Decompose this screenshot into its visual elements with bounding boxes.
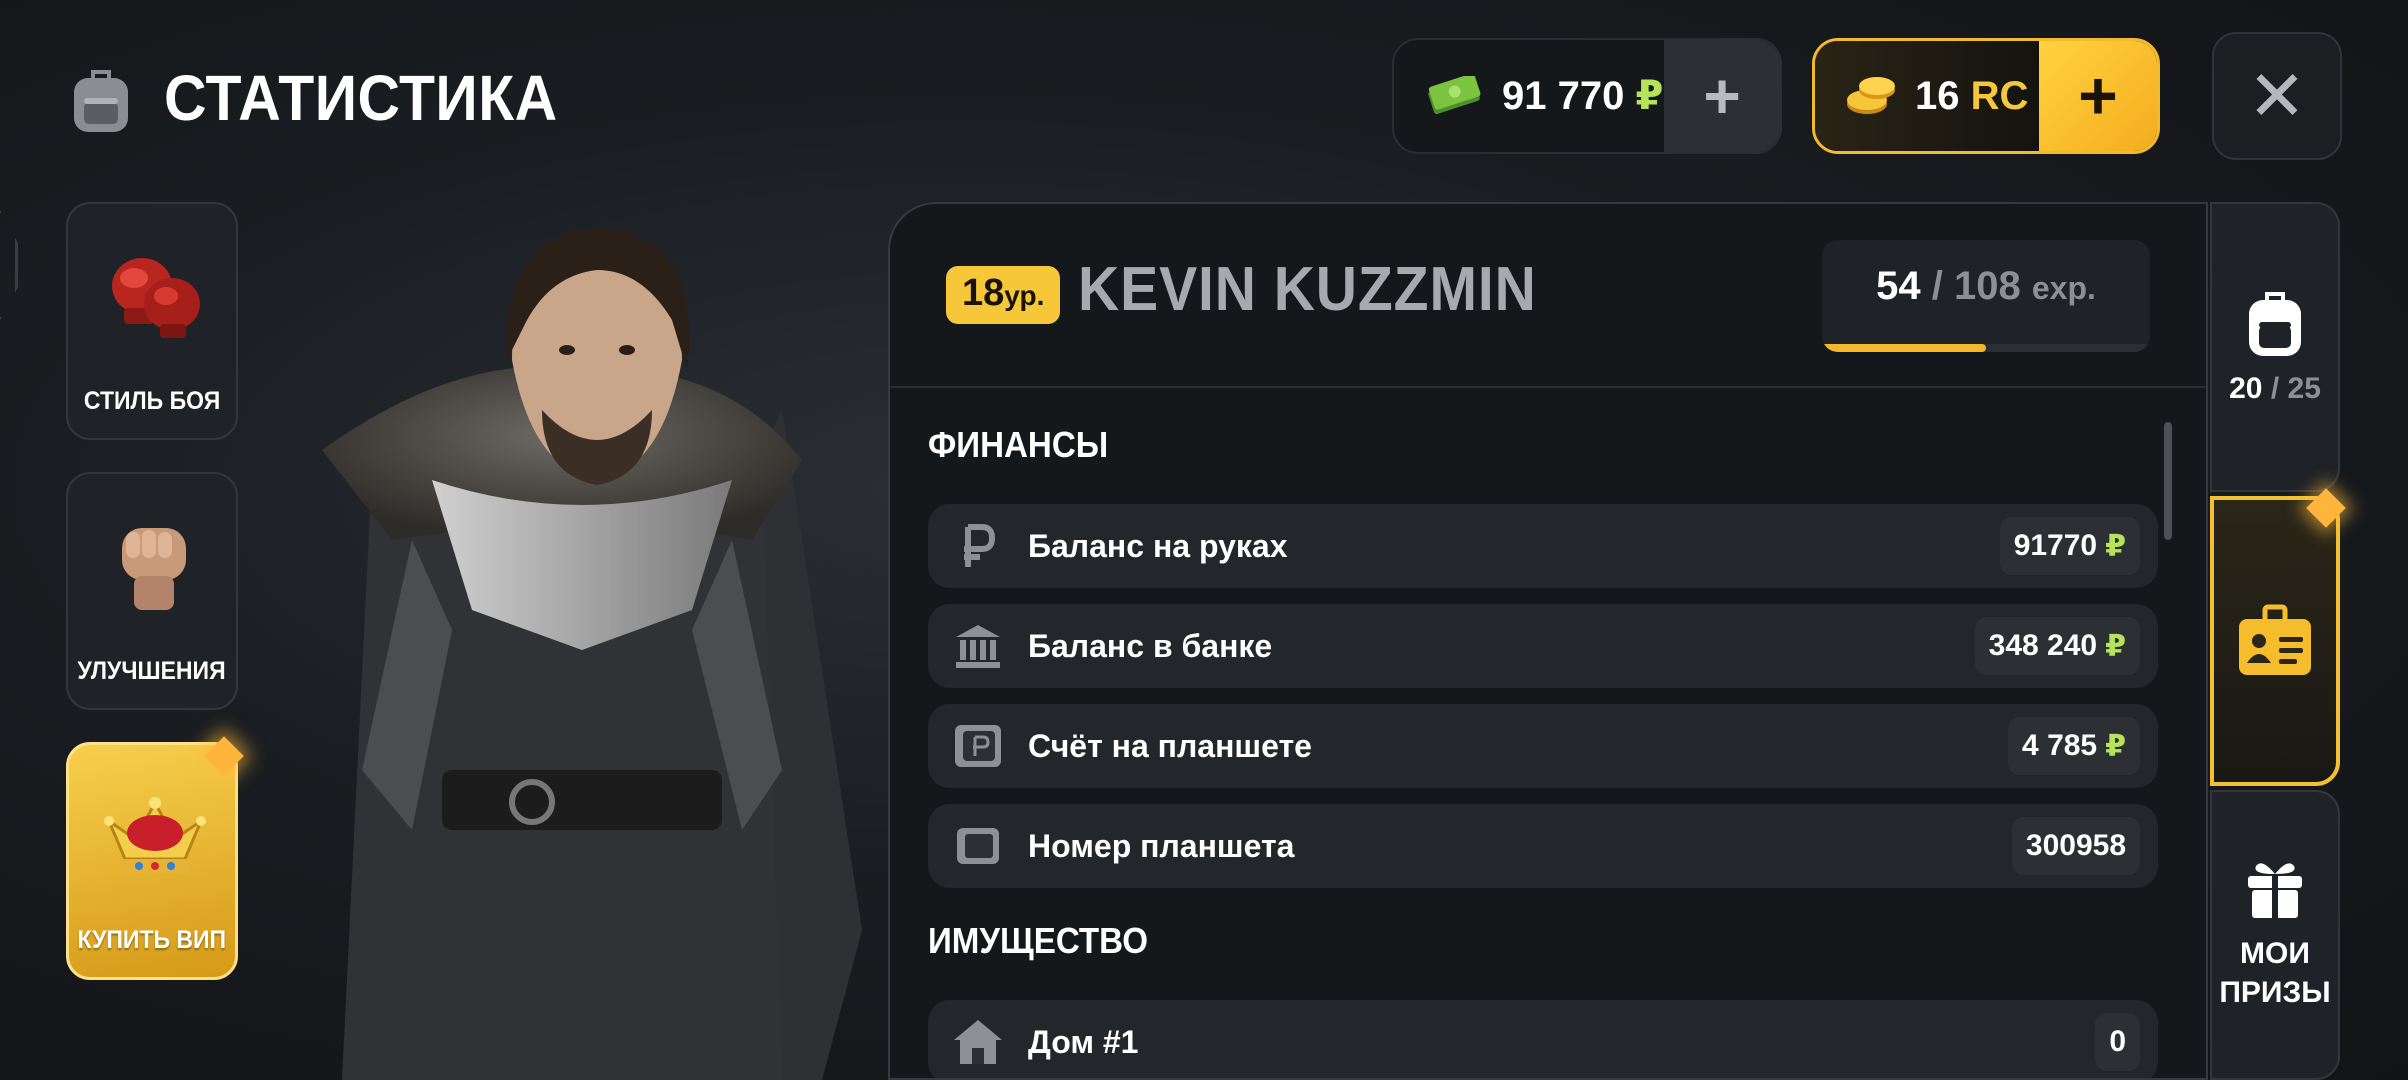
- gift-icon: [2248, 863, 2302, 918]
- row-value-number: 4 785: [2022, 729, 2098, 762]
- close-button[interactable]: ✕: [2212, 32, 2342, 160]
- row-label: Счёт на планшете: [1028, 727, 1312, 764]
- money-amount: 91 770: [1502, 74, 1625, 118]
- row-label: Дом #1: [1028, 1023, 1139, 1060]
- upgrades-button[interactable]: УЛУЧШЕНИЯ: [66, 472, 238, 710]
- list-item: Баланс на руках 91770 ₽: [928, 504, 2158, 588]
- level-badge: 18 ур.: [946, 266, 1061, 324]
- exp-separator: /: [1931, 264, 1943, 308]
- row-value: 4 785 ₽: [2008, 717, 2140, 775]
- row-value-number: 91770: [2013, 529, 2098, 562]
- list-item: Баланс в банке 348 240 ₽: [928, 604, 2158, 688]
- rc-balance: 16 RC +: [1812, 38, 2160, 154]
- row-label: Баланс в банке: [1028, 627, 1273, 664]
- row-value: 0: [2095, 1013, 2140, 1071]
- rc-amount: 16: [1915, 73, 1960, 118]
- inventory-current: 20: [2229, 372, 2263, 405]
- stats-panel: 18 ур. KEVIN KUZZMIN 54 / 108 exp. ФИНАН…: [888, 202, 2208, 1080]
- coins-icon: [1847, 77, 1895, 114]
- row-label: Баланс на руках: [1028, 527, 1288, 564]
- row-value-number: 348 240: [1988, 629, 2098, 662]
- close-icon: ✕: [2247, 57, 2307, 135]
- prizes-label-line1: МОИ: [2240, 937, 2310, 970]
- money-currency: ₽: [1635, 74, 1664, 118]
- tab-passport[interactable]: [2210, 496, 2340, 786]
- buy-vip-button[interactable]: КУПИТЬ ВИП: [66, 742, 238, 980]
- money-balance: 91 770 ₽ +: [1392, 38, 1782, 154]
- fist-icon: [122, 528, 186, 610]
- inventory-separator: /: [2270, 372, 2280, 405]
- finance-section-title: ФИНАНСЫ: [928, 424, 1109, 465]
- page-header: СТАТИСТИКА: [66, 58, 592, 138]
- exp-progress-fill: [1822, 344, 1986, 352]
- row-value-currency: ₽: [2105, 629, 2126, 663]
- upgrades-label: УЛУЧШЕНИЯ: [77, 657, 227, 685]
- level-value: 18: [962, 272, 1005, 314]
- player-character-model: [322, 228, 862, 1080]
- cash-icon: [1428, 76, 1481, 115]
- boxing-gloves-icon: [112, 258, 200, 338]
- id-card-icon: [2239, 604, 2311, 675]
- add-money-button[interactable]: +: [1664, 40, 1780, 152]
- add-rc-button[interactable]: +: [2039, 41, 2157, 151]
- experience-box: 54 / 108 exp.: [1822, 240, 2150, 352]
- tablet-wallet-icon: [928, 723, 1028, 769]
- row-value-number: 300958: [2025, 829, 2126, 862]
- row-label: Номер планшета: [1028, 827, 1295, 864]
- tab-inventory[interactable]: 20 / 25: [2210, 202, 2340, 492]
- level-suffix: ур.: [1004, 280, 1045, 311]
- bank-icon: [928, 623, 1028, 669]
- row-value: 348 240 ₽: [1974, 617, 2140, 675]
- left-edge-handle: [0, 210, 18, 320]
- fight-style-label: СТИЛЬ БОЯ: [83, 387, 221, 415]
- row-value-currency: ₽: [2105, 529, 2126, 563]
- player-name: KEVIN KUZZMIN: [1078, 255, 1537, 324]
- exp-unit: exp.: [2031, 270, 2096, 306]
- row-value: 91770 ₽: [1999, 517, 2140, 575]
- page-title: СТАТИСТИКА: [164, 62, 558, 134]
- scrollbar[interactable]: [2164, 422, 2172, 540]
- crown-icon: [104, 797, 206, 873]
- row-value-number: 0: [2109, 1025, 2126, 1058]
- list-item: Дом #1 0: [928, 1000, 2158, 1078]
- house-icon: [928, 1018, 1028, 1066]
- backpack-icon: [74, 70, 128, 132]
- ruble-icon: [928, 523, 1028, 569]
- tab-my-prizes[interactable]: МОИ ПРИЗЫ: [2210, 790, 2340, 1080]
- row-value: 300958: [2011, 817, 2140, 875]
- list-item: Счёт на планшете 4 785 ₽: [928, 704, 2158, 788]
- prizes-label-line2: ПРИЗЫ: [2219, 976, 2331, 1009]
- inventory-max: 25: [2287, 372, 2321, 405]
- exp-max: 108: [1953, 264, 2021, 308]
- fight-style-button[interactable]: СТИЛЬ БОЯ: [66, 202, 238, 440]
- row-value-currency: ₽: [2105, 729, 2126, 763]
- backpack-icon: [2249, 292, 2301, 356]
- property-section-title: ИМУЩЕСТВО: [928, 920, 1149, 961]
- exp-progress-bar: [1822, 344, 2150, 352]
- rc-currency: RC: [1970, 73, 2029, 118]
- player-header: 18 ур. KEVIN KUZZMIN 54 / 108 exp.: [890, 204, 2206, 388]
- list-item: Номер планшета 300958: [928, 804, 2158, 888]
- exp-current: 54: [1876, 264, 1921, 308]
- buy-vip-label: КУПИТЬ ВИП: [77, 926, 227, 954]
- tablet-icon: [928, 826, 1028, 866]
